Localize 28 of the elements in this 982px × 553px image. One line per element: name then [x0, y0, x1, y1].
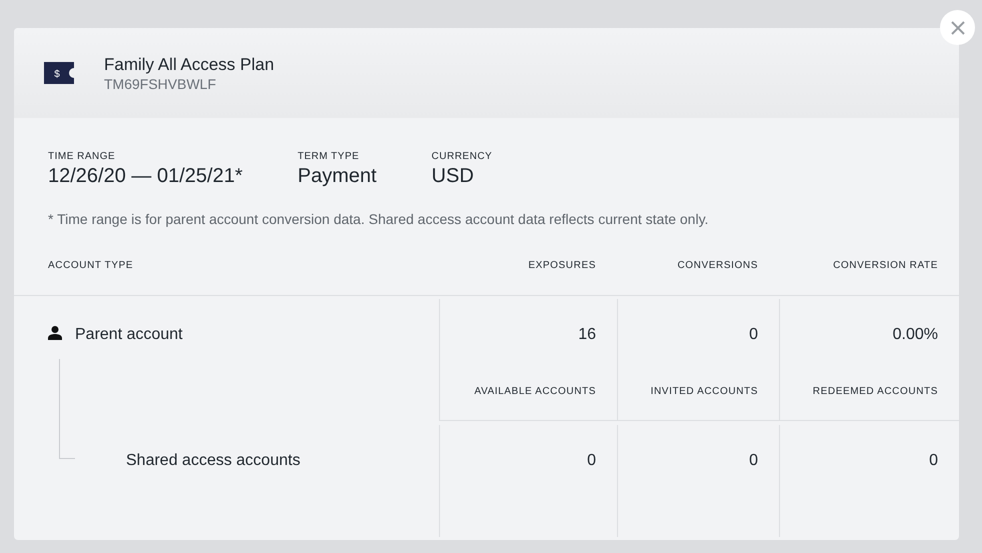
table-cell: 0	[587, 450, 596, 471]
table-cell: 0.00%	[892, 325, 938, 346]
summary-value: Payment	[298, 164, 377, 189]
column-header: CONVERSIONS	[677, 259, 758, 273]
account-name: Parent account	[75, 325, 183, 346]
person-icon	[48, 326, 62, 340]
ticket-icon: $	[44, 62, 74, 84]
sub-column-header: AVAILABLE ACCOUNTS	[474, 385, 596, 400]
close-icon	[950, 20, 964, 34]
account-name: Shared access accounts	[126, 450, 300, 471]
plan-code: TM69FSHVBWLF	[104, 76, 218, 92]
close-button[interactable]	[940, 10, 975, 45]
summary-label: TIME RANGE	[48, 151, 116, 163]
column-header: ACCOUNT TYPE	[48, 259, 134, 273]
table-cell: 16	[578, 325, 596, 346]
sub-column-header: REDEEMED ACCOUNTS	[812, 385, 938, 400]
column-header: CONVERSION RATE	[833, 259, 938, 273]
plan-title: Family All Access Plan	[104, 54, 274, 76]
sub-column-header: INVITED ACCOUNTS	[650, 385, 758, 400]
summary-value: USD	[432, 164, 475, 189]
table-cell: 0	[749, 325, 758, 346]
summary-label: TERM TYPE	[298, 151, 360, 163]
summary-label: CURRENCY	[432, 151, 492, 163]
column-header: EXPOSURES	[528, 259, 596, 273]
table-cell: 0	[749, 450, 758, 471]
table-cell: 0	[929, 450, 938, 471]
footnote: * Time range is for parent account conversion data. Shared access account data reflects current state only.	[47, 210, 710, 229]
summary-value: 12/26/20 — 01/25/21*	[48, 164, 243, 189]
